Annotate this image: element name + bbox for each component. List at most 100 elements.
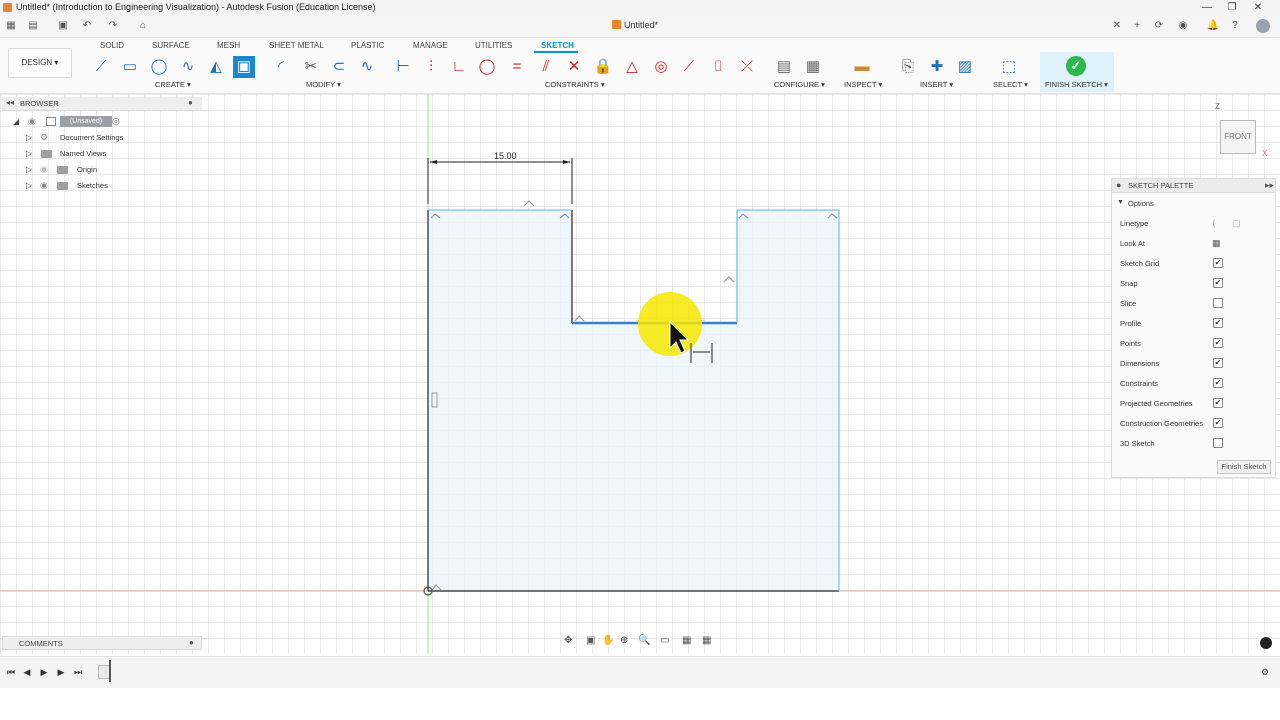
measure-icon[interactable]: ▬ <box>851 56 873 78</box>
browser-item-root[interactable]: ◢ ◉ (Unsaved) ◎ <box>0 115 202 129</box>
tab-surface[interactable]: SURFACE <box>152 41 190 50</box>
tab-utilities[interactable]: UTILITIES <box>475 41 512 50</box>
zoom-icon[interactable]: ⊕ <box>620 635 628 646</box>
app-grid-icon[interactable]: ▦ <box>4 19 18 33</box>
timeline-back-icon[interactable]: ◀ <box>20 665 34 679</box>
snap-checkbox[interactable] <box>1213 278 1223 288</box>
expand-panel-icon[interactable]: ▸▸ <box>1265 180 1274 191</box>
rectangle-tool-icon[interactable]: ▭ <box>119 56 141 78</box>
dimensions-checkbox[interactable] <box>1213 358 1223 368</box>
avatar[interactable] <box>1256 19 1270 33</box>
timeline-start-icon[interactable]: ⏮ <box>4 665 18 679</box>
timeline-play-icon[interactable]: ▶ <box>37 665 51 679</box>
tab-manage[interactable]: MANAGE <box>413 41 448 50</box>
configure-menu[interactable]: CONFIGURE ▾ <box>774 80 825 89</box>
grid-settings-icon[interactable]: ▦ <box>682 635 691 646</box>
job-status-icon[interactable]: ⟳ <box>1152 19 1166 33</box>
centerline-linetype-icon[interactable]: ▢ <box>1232 218 1241 229</box>
tab-sketch[interactable]: SKETCH <box>541 41 574 50</box>
tangent-constraint-icon[interactable]: ◯ <box>476 56 498 78</box>
parallel-constraint-icon[interactable]: ⫽ <box>535 56 557 78</box>
file-menu-icon[interactable]: ▤ <box>26 19 40 33</box>
save-icon[interactable]: ▣ <box>56 19 70 33</box>
browser-item-named-views[interactable]: ▷ Named Views <box>0 147 202 161</box>
help-icon[interactable]: ? <box>1228 19 1242 33</box>
timeline-end-icon[interactable]: ⏭ <box>71 665 85 679</box>
triangle-constraint-icon[interactable]: △ <box>621 56 643 78</box>
inspect-menu[interactable]: INSPECT ▾ <box>844 80 882 89</box>
timeline-settings-gear-icon[interactable]: ⚙ <box>1258 665 1272 679</box>
document-tab[interactable]: Untitled* <box>612 20 658 30</box>
points-checkbox[interactable] <box>1213 338 1223 348</box>
midpoint-constraint-icon[interactable]: ⟋ <box>678 56 700 78</box>
offset-tool-icon[interactable]: ⊂ <box>328 56 350 78</box>
viewcube[interactable]: FRONT <box>1220 120 1256 154</box>
coincident-constraint-icon[interactable]: ⫶ <box>420 56 442 78</box>
mirror-tool-icon[interactable]: ◭ <box>205 56 227 78</box>
select-icon[interactable]: ⬚ <box>998 56 1020 78</box>
tab-sheet-metal[interactable]: SHEET METAL <box>269 41 324 50</box>
line-tool-icon[interactable]: ⟋ <box>90 56 112 78</box>
insert-image-icon[interactable]: ▨ <box>954 56 976 78</box>
insert-derive-icon[interactable]: ⎘ <box>897 56 919 78</box>
look-at-nav-icon[interactable]: ▣ <box>586 635 595 646</box>
dimension-value[interactable]: 15.00 <box>494 151 517 161</box>
browser-item-origin[interactable]: ▷ ◉ Origin <box>0 163 202 177</box>
expand-icon[interactable]: ▷ <box>26 149 32 158</box>
configure-table-icon[interactable]: ▦ <box>802 56 824 78</box>
create-menu[interactable]: CREATE ▾ <box>155 80 191 89</box>
expand-icon[interactable]: ▷ <box>26 165 32 174</box>
comments-panel[interactable]: COMMENTS ● <box>2 636 202 650</box>
modify-menu[interactable]: MODIFY ▾ <box>306 80 341 89</box>
tab-solid[interactable]: SOLID <box>100 41 124 50</box>
trim-tool-icon[interactable]: ✂ <box>300 56 322 78</box>
visibility-eye-icon[interactable]: ◉ <box>28 116 36 127</box>
constraints-checkbox[interactable] <box>1213 378 1223 388</box>
minimize-icon[interactable]: — <box>1200 1 1214 15</box>
notifications-icon[interactable]: 🔔 <box>1206 19 1220 33</box>
browser-header[interactable]: ◂◂ BROWSER ● <box>2 97 202 111</box>
perpendicular-constraint-icon[interactable]: ∟ <box>448 56 470 78</box>
tab-plastic[interactable]: PLASTIC <box>351 41 384 50</box>
pin-icon[interactable]: ● <box>188 98 193 107</box>
construction-linetype-icon[interactable]: ⟨ <box>1212 218 1216 229</box>
constraints-menu[interactable]: CONSTRAINTS ▾ <box>545 80 605 89</box>
visibility-eye-icon[interactable]: ◉ <box>40 164 48 175</box>
collinear-constraint-icon[interactable]: ✕ <box>563 56 585 78</box>
slice-checkbox[interactable] <box>1213 298 1223 308</box>
close-tab-icon[interactable]: ✕ <box>1110 19 1124 33</box>
activate-icon[interactable]: ◎ <box>112 116 120 127</box>
spline-tool-icon[interactable]: ∿ <box>177 56 199 78</box>
symmetry-constraint-icon[interactable]: ⌷ <box>707 56 729 78</box>
curvature-constraint-icon[interactable]: ⤫ <box>736 56 758 78</box>
tab-mesh[interactable]: MESH <box>217 41 240 50</box>
collapse-icon[interactable]: ◂◂ <box>6 98 14 107</box>
comment-bubble-icon[interactable] <box>1260 637 1272 649</box>
circle-tool-icon[interactable]: ◯ <box>148 56 170 78</box>
workspace-switcher[interactable]: DESIGN ▾ <box>8 48 72 78</box>
sketch-grid-checkbox[interactable] <box>1213 258 1223 268</box>
browser-item-document-settings[interactable]: ▷ ⚙ Document Settings <box>0 131 202 145</box>
insert-menu[interactable]: INSERT ▾ <box>920 80 953 89</box>
pan-icon[interactable]: ✋ <box>602 635 614 646</box>
construction-geometries-checkbox[interactable] <box>1213 418 1223 428</box>
visibility-eye-icon[interactable]: ◉ <box>40 180 48 191</box>
sketch-palette-header[interactable]: ● SKETCH PALETTE ▸▸ <box>1112 179 1275 193</box>
close-window-icon[interactable]: ✕ <box>1251 1 1265 15</box>
concentric-constraint-icon[interactable]: ◎ <box>650 56 672 78</box>
3d-sketch-checkbox[interactable] <box>1213 438 1223 448</box>
finish-sketch-menu[interactable]: FINISH SKETCH ▾ <box>1045 80 1108 89</box>
display-settings-icon[interactable]: ▭ <box>660 635 669 646</box>
expand-icon[interactable]: ▷ <box>26 133 32 142</box>
project-tool-icon[interactable]: ▣ <box>233 56 255 78</box>
equal-constraint-icon[interactable]: = <box>506 56 528 78</box>
profile-checkbox[interactable] <box>1213 318 1223 328</box>
select-menu[interactable]: SELECT ▾ <box>993 80 1028 89</box>
collapse-triangle-icon[interactable]: ▼ <box>1117 199 1124 206</box>
undo-icon[interactable]: ↶ <box>80 19 94 33</box>
configure-icon[interactable]: ▤ <box>773 56 795 78</box>
fix-constraint-icon[interactable]: 🔒 <box>592 56 614 78</box>
maximize-icon[interactable]: ❐ <box>1225 1 1239 15</box>
add-comment-icon[interactable]: ● <box>189 638 194 647</box>
viewports-icon[interactable]: ▦ <box>702 635 711 646</box>
